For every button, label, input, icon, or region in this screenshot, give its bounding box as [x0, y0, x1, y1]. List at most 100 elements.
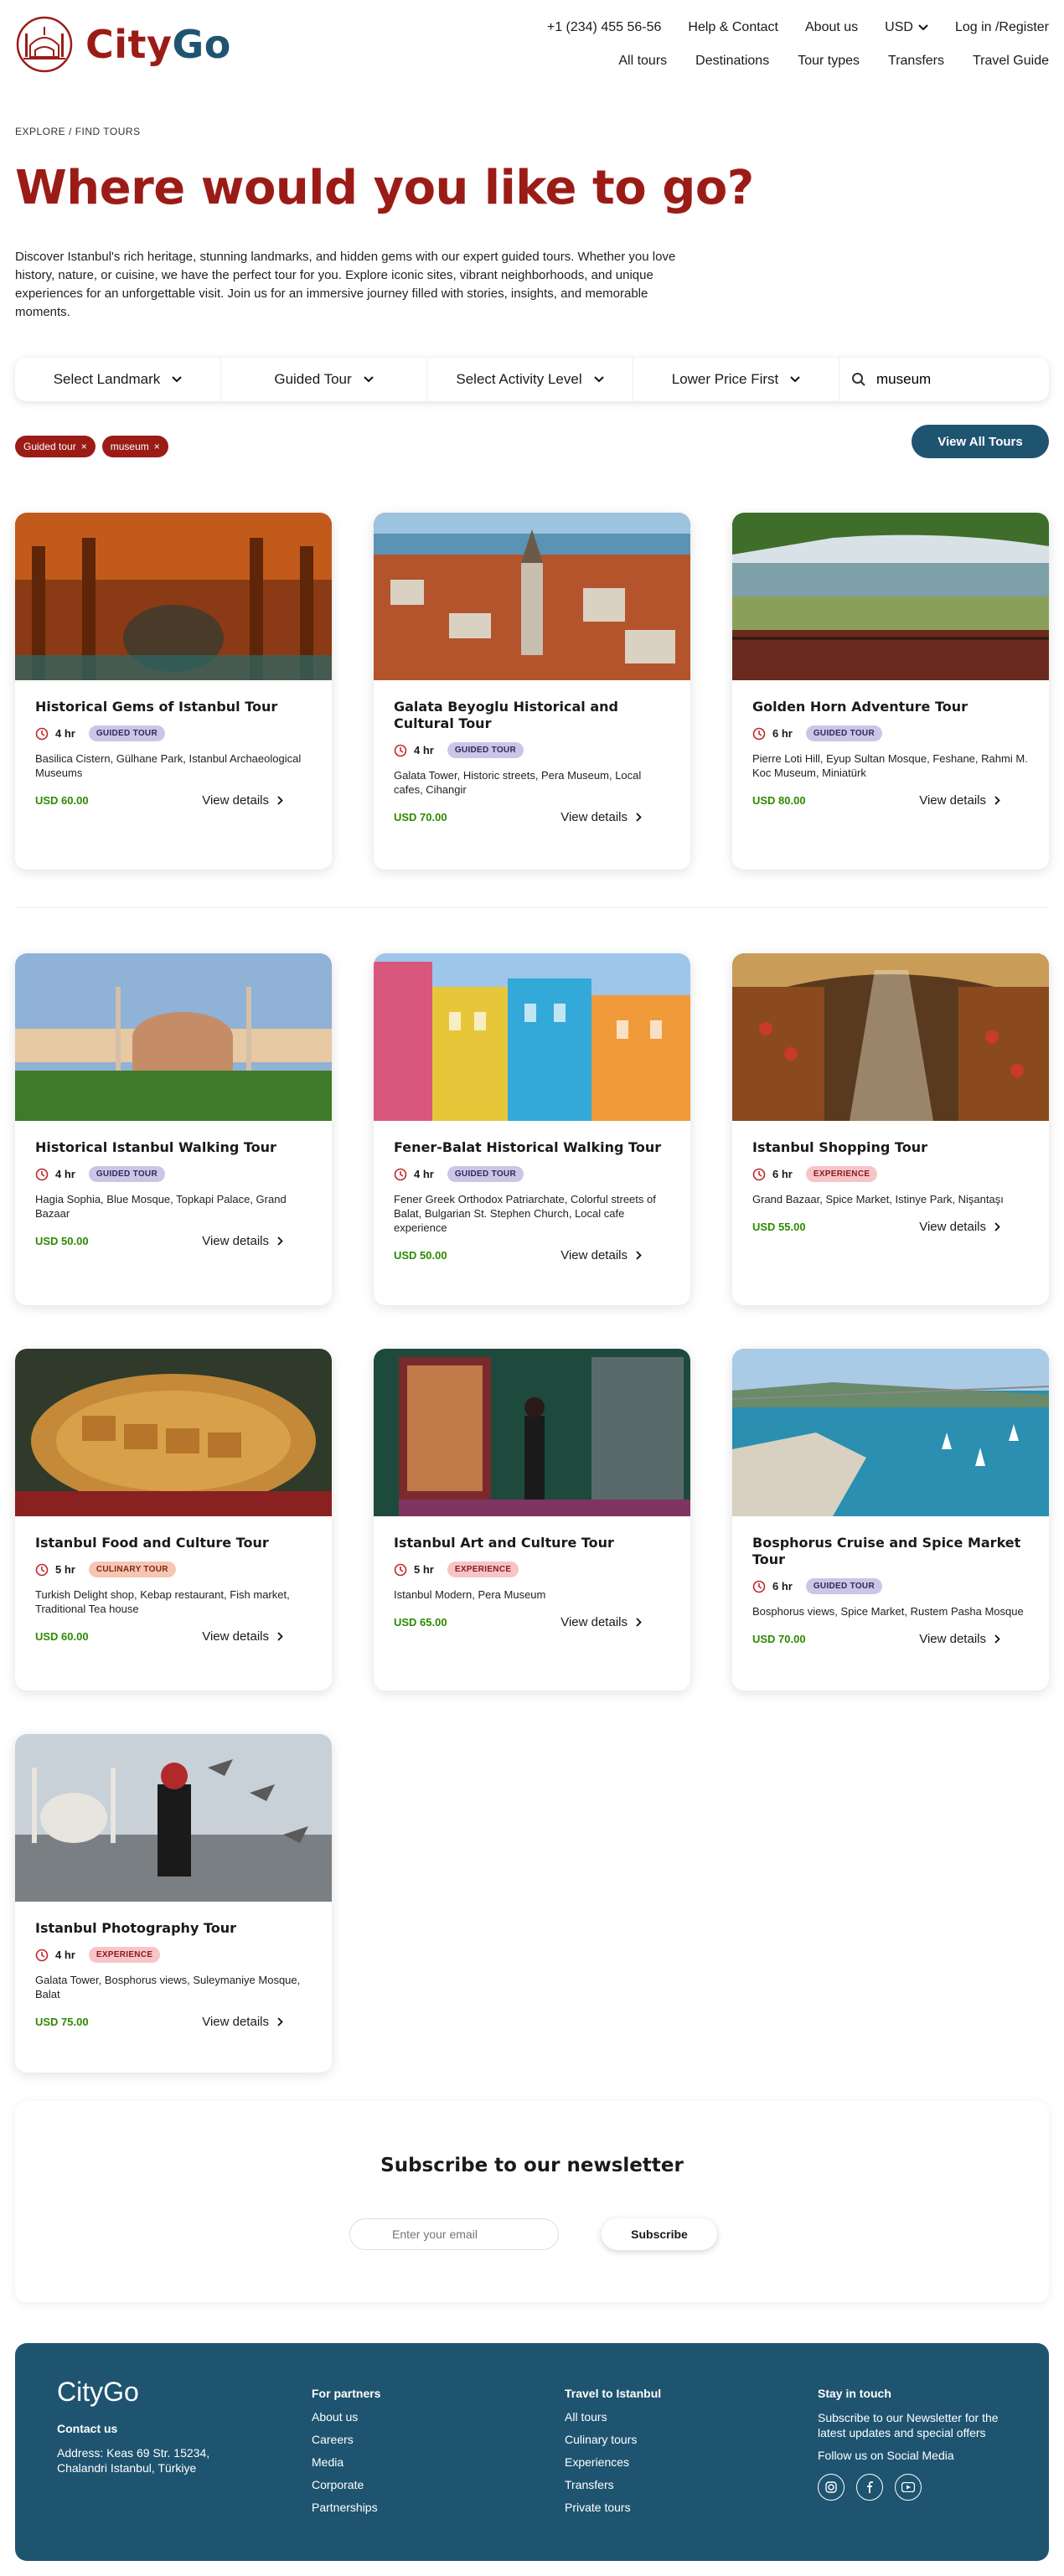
youtube-icon[interactable]	[895, 2474, 922, 2501]
logo-text: CityGo	[85, 22, 231, 67]
tour-title[interactable]: Fener-Balat Historical Walking Tour	[394, 1139, 670, 1156]
filter-chip-guided-tour[interactable]: Guided tour ×	[15, 436, 96, 457]
breadcrumb[interactable]: EXPLORE / FIND TOURS	[15, 126, 141, 137]
view-all-tours-button[interactable]: View All Tours	[912, 425, 1049, 458]
close-icon[interactable]: ×	[154, 441, 160, 452]
tour-card[interactable]: Historical Gems of Istanbul Tour 4 hr GUI…	[15, 513, 332, 870]
view-details-link[interactable]: View details	[202, 1629, 283, 1644]
login-register-link[interactable]: Log in /Register	[955, 20, 1049, 35]
nav-transfers[interactable]: Transfers	[888, 54, 944, 69]
tour-title[interactable]: Istanbul Food and Culture Tour	[35, 1535, 312, 1551]
newsletter-email-input[interactable]	[349, 2218, 559, 2250]
chevron-down-icon	[593, 376, 604, 383]
tour-price: USD 50.00	[394, 1249, 447, 1262]
landmark-dropdown-label: Select Landmark	[53, 371, 161, 387]
chevron-down-icon	[363, 376, 374, 383]
footer-link[interactable]: Culinary tours	[565, 2433, 661, 2446]
footer-link[interactable]: Experiences	[565, 2455, 661, 2469]
tour-title[interactable]: Istanbul Art and Culture Tour	[394, 1535, 670, 1551]
clock-icon	[394, 744, 407, 756]
about-link[interactable]: About us	[805, 20, 858, 35]
filter-chip-museum[interactable]: museum ×	[101, 436, 168, 457]
tour-image-baklava	[15, 1349, 332, 1516]
tour-duration: 4 hr	[55, 727, 75, 740]
tour-card[interactable]: Galata Beyoglu Historical and Cultural T…	[374, 513, 690, 870]
footer-contact-heading: Contact us	[57, 2422, 118, 2435]
search-input[interactable]	[876, 371, 1027, 388]
tour-card[interactable]: Istanbul Food and Culture Tour 5 hr CULIN…	[15, 1349, 332, 1691]
close-icon[interactable]: ×	[81, 441, 87, 452]
footer-link[interactable]: Transfers	[565, 2478, 661, 2491]
tour-card[interactable]: Golden Horn Adventure Tour 6 hr GUIDED TO…	[732, 513, 1049, 870]
facebook-icon[interactable]	[856, 2474, 883, 2501]
nav-tour-types[interactable]: Tour types	[798, 54, 860, 69]
view-details-link[interactable]: View details	[919, 1220, 1000, 1234]
view-details-link[interactable]: View details	[202, 793, 283, 808]
page-description: Discover Istanbul's rich heritage, stunn…	[15, 250, 676, 319]
view-details-link[interactable]: View details	[202, 2015, 283, 2029]
tour-duration: 5 hr	[55, 1563, 75, 1576]
view-details-label: View details	[202, 793, 269, 808]
footer-travel-column: Travel to Istanbul All tours Culinary to…	[565, 2387, 661, 2523]
tour-card[interactable]: Istanbul Art and Culture Tour 5 hr EXPERI…	[374, 1349, 690, 1691]
tour-type-dropdown-label: Guided Tour	[274, 371, 352, 387]
view-details-link[interactable]: View details	[560, 1615, 642, 1629]
site-header: CityGo +1 (234) 455 56-56 Help & Contact…	[0, 0, 1064, 92]
tour-title[interactable]: Istanbul Photography Tour	[35, 1920, 312, 1937]
tour-card[interactable]: Istanbul Photography Tour 4 hr EXPERIENCE…	[15, 1734, 332, 2073]
view-details-link[interactable]: View details	[919, 793, 1000, 808]
view-details-link[interactable]: View details	[202, 1234, 283, 1248]
footer-link[interactable]: All tours	[565, 2410, 661, 2424]
tour-title[interactable]: Historical Gems of Istanbul Tour	[35, 699, 312, 715]
footer-link[interactable]: Private tours	[565, 2501, 661, 2514]
tour-card[interactable]: Historical Istanbul Walking Tour 4 hr GUI…	[15, 953, 332, 1305]
view-details-label: View details	[919, 793, 986, 808]
footer-partners-heading: For partners	[312, 2387, 381, 2400]
subscribe-button[interactable]: Subscribe	[602, 2218, 717, 2250]
tour-image-balat	[374, 953, 690, 1121]
help-contact-link[interactable]: Help & Contact	[688, 20, 778, 35]
view-details-link[interactable]: View details	[560, 810, 642, 824]
filter-bar: Select Landmark Guided Tour Select Activ…	[15, 358, 1049, 401]
view-details-link[interactable]: View details	[560, 1248, 642, 1262]
tour-price: USD 75.00	[35, 2016, 89, 2028]
tour-image-golden-horn	[732, 513, 1049, 680]
tour-card[interactable]: Istanbul Shopping Tour 6 hr EXPERIENCE Gr…	[732, 953, 1049, 1305]
logo[interactable]: CityGo	[15, 15, 231, 74]
footer-link[interactable]: Corporate	[312, 2478, 380, 2491]
currency-selector[interactable]: USD	[885, 20, 928, 35]
nav-all-tours[interactable]: All tours	[618, 54, 667, 69]
view-details-link[interactable]: View details	[919, 1632, 1000, 1646]
newsletter-section: Subscribe to our newsletter Subscribe	[15, 2101, 1049, 2302]
tour-duration: 4 hr	[55, 1949, 75, 1961]
tour-duration: 6 hr	[772, 1168, 793, 1180]
footer-link[interactable]: Careers	[312, 2433, 380, 2446]
phone-link[interactable]: +1 (234) 455 56-56	[547, 20, 662, 35]
landmark-dropdown[interactable]: Select Landmark	[15, 358, 221, 401]
footer-brand[interactable]: CityGo	[57, 2377, 139, 2408]
nav-travel-guide[interactable]: Travel Guide	[973, 54, 1049, 69]
instagram-icon[interactable]	[818, 2474, 844, 2501]
view-details-label: View details	[560, 1615, 628, 1629]
tour-title[interactable]: Golden Horn Adventure Tour	[752, 699, 1029, 715]
tour-price: USD 60.00	[35, 1630, 89, 1643]
footer-link[interactable]: About us	[312, 2410, 380, 2424]
tour-sites: Istanbul Modern, Pera Museum	[394, 1588, 546, 1601]
tour-title[interactable]: Historical Istanbul Walking Tour	[35, 1139, 312, 1156]
tour-title[interactable]: Istanbul Shopping Tour	[752, 1139, 1029, 1156]
tour-type-dropdown[interactable]: Guided Tour	[221, 358, 427, 401]
tour-title[interactable]: Bosphorus Cruise and Spice Market Tour	[752, 1535, 1029, 1568]
footer-stay-text: Subscribe to our Newsletter for the late…	[818, 2411, 999, 2439]
tour-price: USD 65.00	[394, 1616, 447, 1629]
footer-link[interactable]: Partnerships	[312, 2501, 380, 2514]
activity-level-dropdown[interactable]: Select Activity Level	[427, 358, 633, 401]
tour-title[interactable]: Galata Beyoglu Historical and Cultural T…	[394, 699, 670, 732]
footer-link[interactable]: Media	[312, 2455, 380, 2469]
tour-image-photography	[15, 1734, 332, 1902]
nav-destinations[interactable]: Destinations	[695, 54, 769, 69]
clock-icon	[394, 1168, 407, 1180]
sort-dropdown-label: Lower Price First	[671, 371, 779, 387]
tour-card[interactable]: Bosphorus Cruise and Spice Market Tour 6…	[732, 1349, 1049, 1691]
tour-card[interactable]: Fener-Balat Historical Walking Tour 4 hr…	[374, 953, 690, 1305]
sort-dropdown[interactable]: Lower Price First	[633, 358, 839, 401]
